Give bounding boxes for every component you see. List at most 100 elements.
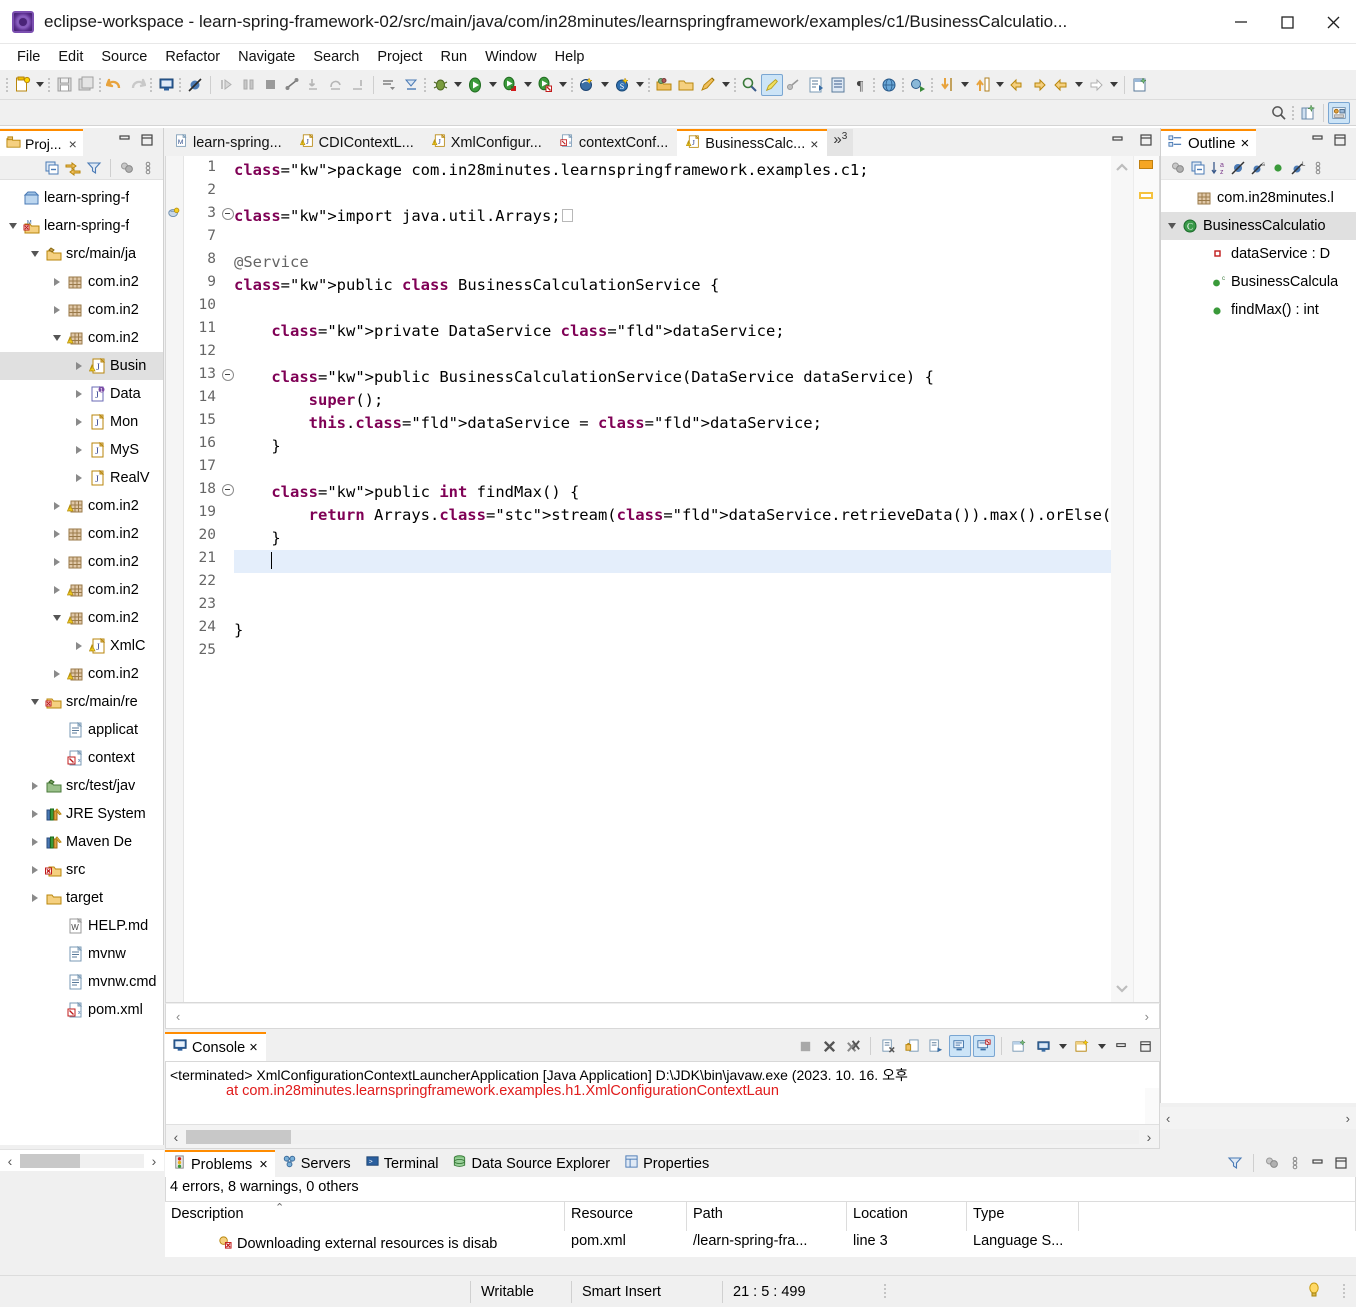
code-line[interactable]: } — [234, 619, 1111, 642]
chevron-right-icon[interactable] — [50, 275, 64, 289]
boot-dashboard-dropdown-icon[interactable] — [633, 74, 646, 96]
outline-item[interactable]: com.in28minutes.l — [1161, 184, 1356, 212]
console-display-dropdown-icon[interactable] — [1056, 1035, 1069, 1057]
open-perspective-button-icon[interactable] — [1297, 102, 1319, 124]
run-last-tool-icon[interactable] — [907, 74, 929, 96]
code-editor[interactable]: 1 2 3 7 8 9 10 11 12 13 14 15 16 17 18 19 20 21 22 23 24 25 c… — [165, 156, 1160, 1003]
code-line[interactable]: } — [234, 527, 1111, 550]
tree-item[interactable]: W HELP.md — [0, 912, 163, 940]
code-line[interactable]: class="kw">package com.in28minutes.learn… — [234, 159, 1111, 182]
hide-nonpublic-icon[interactable] — [1269, 159, 1287, 177]
toolbar-handle-4[interactable] — [148, 74, 155, 96]
project-tree-hscrollbar[interactable]: ‹ › — [0, 1149, 164, 1171]
minimize-button[interactable] — [1218, 0, 1264, 44]
perspective-handle[interactable] — [1290, 102, 1297, 124]
code-line[interactable]: class="kw">public class BusinessCalculat… — [234, 274, 1111, 297]
scroll-right-icon[interactable]: › — [1139, 1129, 1159, 1145]
open-console-icon[interactable] — [1008, 1035, 1030, 1057]
outline-item[interactable]: C BusinessCalculatio — [1161, 212, 1356, 240]
tree-item[interactable]: ! com.in2 — [0, 576, 163, 604]
problems-view-tab[interactable]: Servers — [274, 1150, 358, 1177]
editor-tab[interactable]: x contextConf... — [550, 129, 678, 156]
remove-console-icon[interactable] — [818, 1035, 840, 1057]
forward-history-icon[interactable] — [1028, 74, 1050, 96]
console-output[interactable]: <terminated> XmlConfigurationContextLaun… — [165, 1061, 1160, 1149]
view-menu-dots-icon[interactable] — [1286, 1154, 1304, 1172]
scroll-right-icon[interactable]: › — [1145, 1009, 1149, 1024]
tree-item[interactable]: com.in2 — [0, 520, 163, 548]
tree-item[interactable]: src/main/ja — [0, 240, 163, 268]
code-line[interactable] — [234, 596, 1111, 619]
overview-warning-marker[interactable] — [1139, 160, 1153, 169]
chevron-down-icon[interactable] — [28, 695, 42, 709]
next-edit-dropdown-icon[interactable] — [993, 74, 1006, 96]
tree-item[interactable]: target — [0, 884, 163, 912]
tree-item[interactable]: J RealV — [0, 464, 163, 492]
hide-static-icon[interactable]: s — [1249, 159, 1267, 177]
editor-tab[interactable]: J! CDIContextL... — [290, 129, 423, 156]
toolbar-handle-6[interactable] — [422, 74, 429, 96]
tab-project-explorer[interactable]: Proj... × — [0, 129, 83, 156]
toolbar-handle-9[interactable] — [732, 74, 739, 96]
tree-item[interactable]: J MyS — [0, 436, 163, 464]
toggle-block-selection-icon[interactable] — [827, 74, 849, 96]
toolbar-handle-12[interactable] — [929, 74, 936, 96]
chevron-right-icon[interactable] — [50, 499, 64, 513]
server-dropdown-icon[interactable] — [556, 74, 569, 96]
chevron-right-icon[interactable] — [28, 891, 42, 905]
tree-item[interactable]: com.in2 — [0, 268, 163, 296]
console-hscroll-track[interactable] — [186, 1129, 1139, 1144]
back-icon[interactable] — [1050, 74, 1072, 96]
tree-item[interactable]: J Mon — [0, 408, 163, 436]
redo-icon[interactable] — [126, 74, 148, 96]
scroll-left-icon[interactable]: ‹ — [176, 1009, 180, 1024]
close-icon[interactable]: × — [249, 1040, 257, 1056]
toolbar-handle-8[interactable] — [646, 74, 653, 96]
outline-item[interactable]: dataService : D — [1161, 240, 1356, 268]
disconnect-icon[interactable] — [281, 74, 303, 96]
toolbar-handle-3[interactable] — [97, 74, 104, 96]
tree-item[interactable]: x context — [0, 744, 163, 772]
tree-item[interactable]: learn-spring-f — [0, 184, 163, 212]
step-over-icon[interactable] — [325, 74, 347, 96]
editor-overview-ruler[interactable] — [1133, 156, 1159, 1002]
collapse-all-icon[interactable] — [1189, 159, 1207, 177]
tree-item[interactable]: J 1 Data — [0, 380, 163, 408]
tree-item[interactable]: ! com.in2 — [0, 604, 163, 632]
back-dropdown-icon[interactable] — [1072, 74, 1085, 96]
spring-dropdown-icon[interactable] — [598, 74, 611, 96]
next-annotation-icon[interactable] — [378, 74, 400, 96]
open-folder-icon[interactable] — [675, 74, 697, 96]
menu-edit[interactable]: Edit — [49, 47, 92, 67]
search-icon[interactable] — [1268, 102, 1290, 124]
code-line[interactable] — [234, 458, 1111, 481]
code-line[interactable]: class="kw">private DataService class="fl… — [234, 320, 1111, 343]
step-return-icon[interactable] — [347, 74, 369, 96]
tab-outline[interactable]: Outline × — [1161, 129, 1257, 156]
maximize-button[interactable] — [1264, 0, 1310, 44]
new-console-dropdown-icon[interactable] — [1095, 1035, 1108, 1057]
run-server-icon[interactable] — [534, 74, 556, 96]
filter-icon[interactable] — [1226, 1154, 1244, 1172]
link-icon[interactable] — [783, 74, 805, 96]
scroll-left-icon[interactable]: ‹ — [0, 1153, 20, 1169]
code-line[interactable]: class="kw">import java.util.Arrays; — [234, 205, 1111, 228]
run-dropdown-icon[interactable] — [486, 74, 499, 96]
scroll-left-icon[interactable]: ‹ — [166, 1129, 186, 1145]
chevron-right-icon[interactable] — [72, 471, 86, 485]
maximize-problems-icon[interactable] — [1332, 1154, 1350, 1172]
code-line[interactable]: class="kw">public int findMax() { — [234, 481, 1111, 504]
column-type[interactable]: Type — [967, 1202, 1079, 1231]
quick-fix-bulb-icon[interactable] — [1306, 1281, 1322, 1303]
toolbar-handle-7[interactable] — [569, 74, 576, 96]
forward-icon[interactable] — [1085, 74, 1107, 96]
chevron-right-icon[interactable] — [72, 387, 86, 401]
toolbar-handle-11[interactable] — [900, 74, 907, 96]
previous-edit-icon[interactable] — [936, 74, 958, 96]
minimize-console-icon[interactable] — [1110, 1035, 1132, 1057]
console-horizontal-scrollbar[interactable]: ‹ › — [166, 1124, 1159, 1148]
code-line[interactable]: } — [234, 435, 1111, 458]
resume-icon[interactable] — [215, 74, 237, 96]
focus-mode-icon[interactable] — [1169, 159, 1187, 177]
hide-fields-icon[interactable] — [1229, 159, 1247, 177]
